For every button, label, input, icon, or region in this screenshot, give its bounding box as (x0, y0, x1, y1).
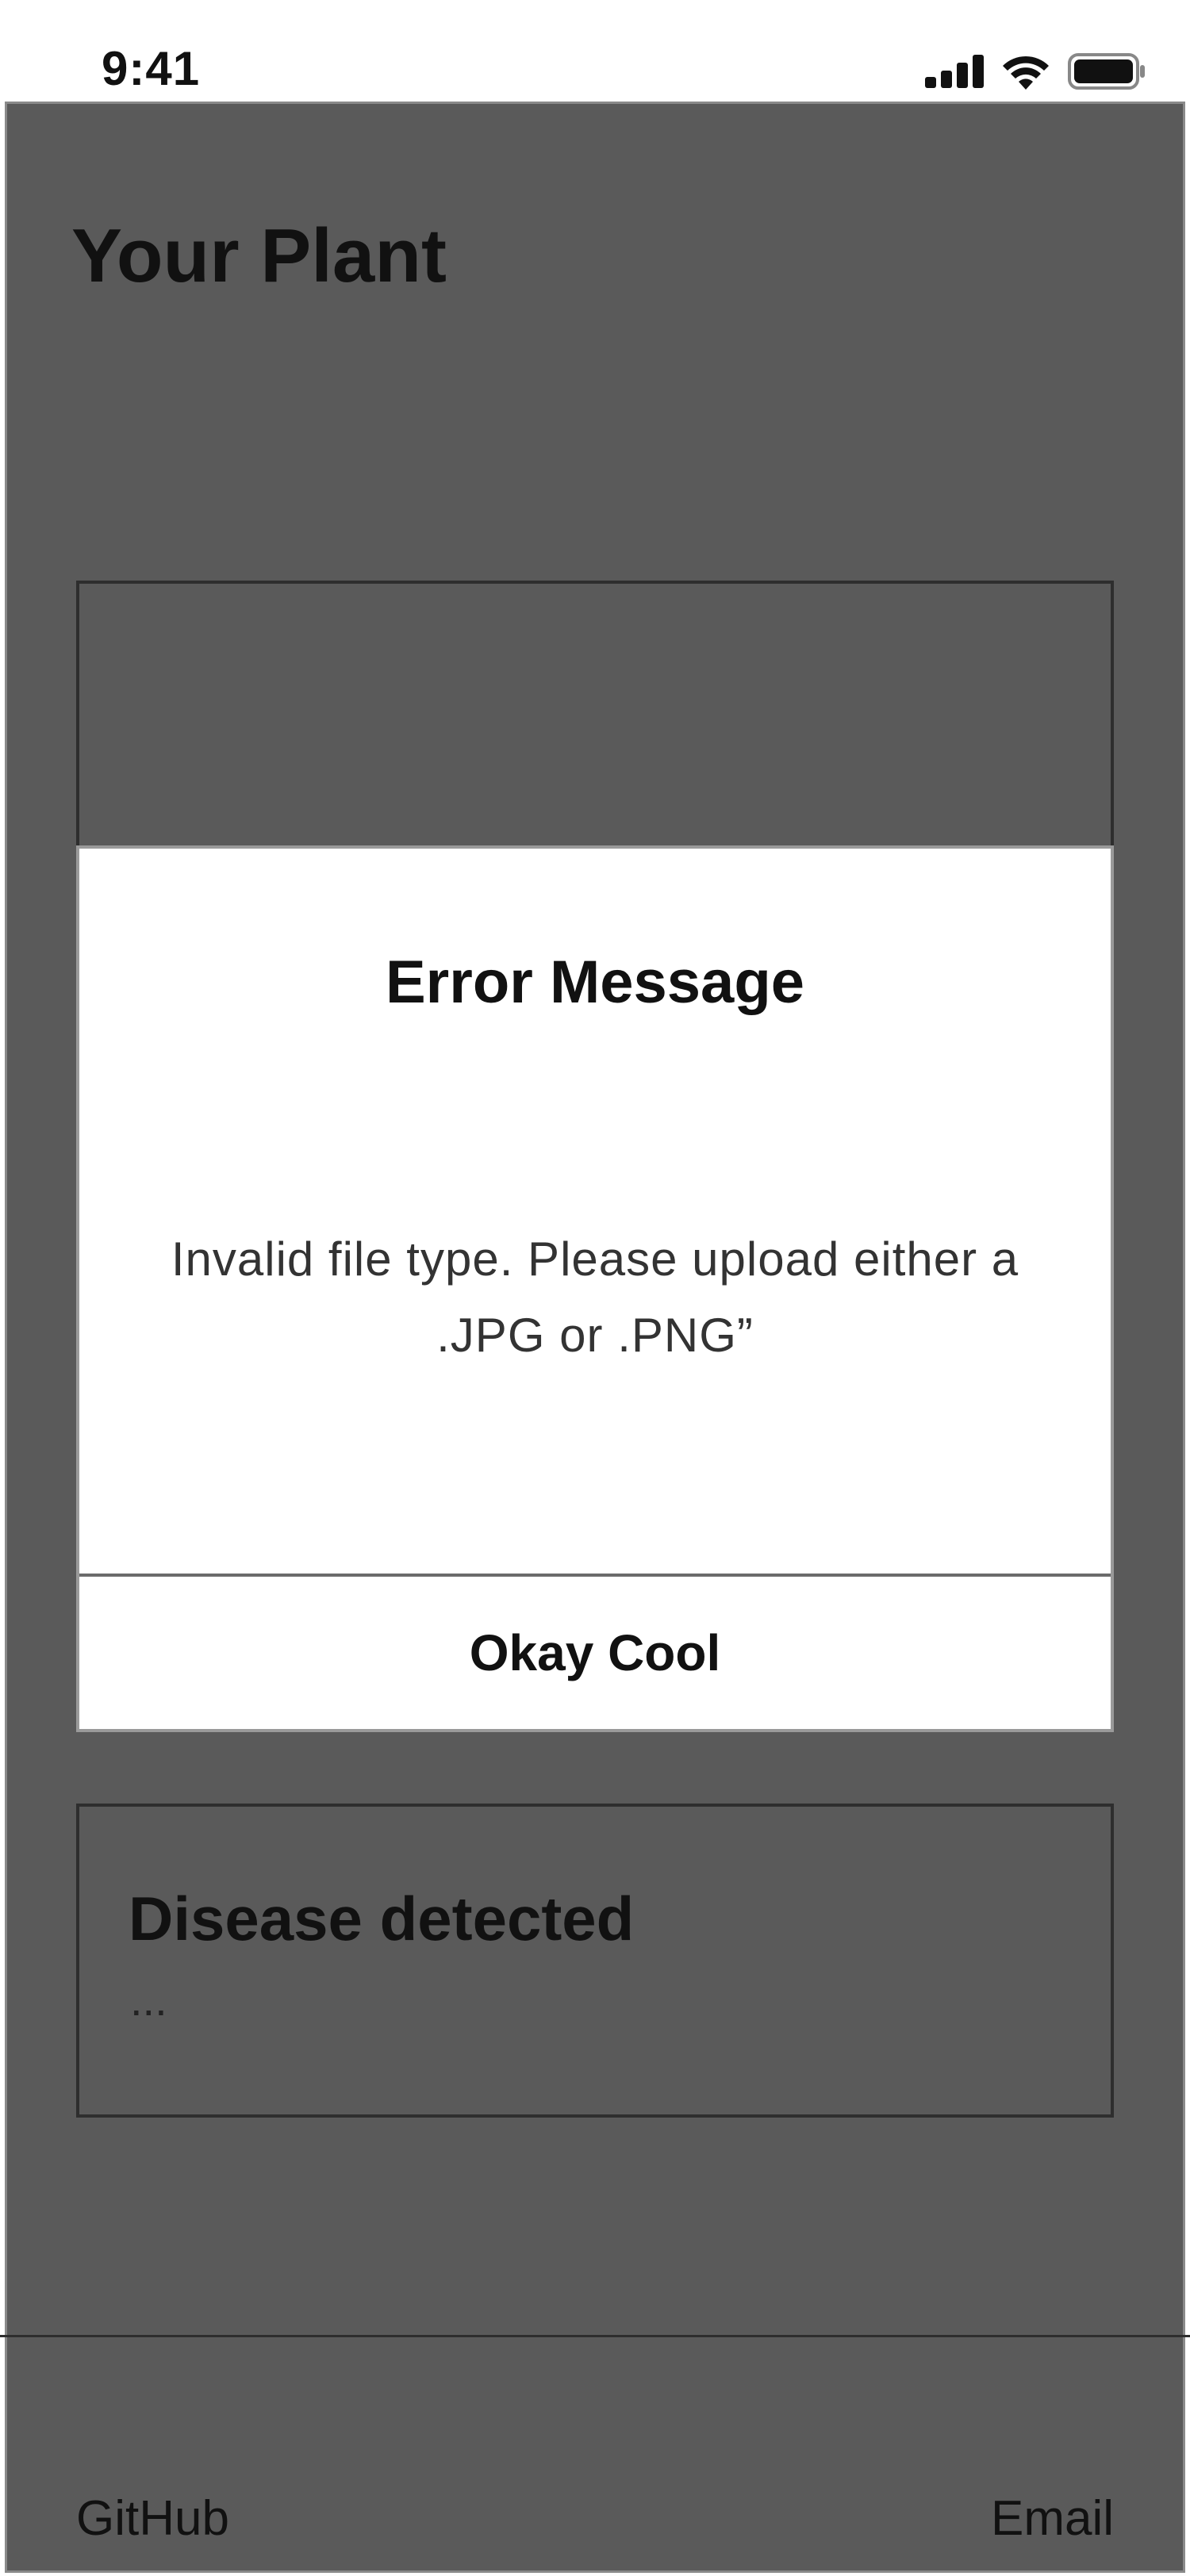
error-dialog: Error Message Invalid file type. Please … (76, 845, 1114, 1732)
okay-cool-button[interactable]: Okay Cool (79, 1577, 1111, 1729)
footer-divider (0, 2335, 1190, 2337)
status-icons (925, 51, 1146, 92)
result-body: ... (130, 1975, 167, 2025)
signal-icon (925, 55, 984, 88)
github-link[interactable]: GitHub (76, 2489, 229, 2549)
disease-result-card: Disease detected ... (76, 1804, 1114, 2118)
email-link[interactable]: Email (991, 2489, 1114, 2549)
status-time: 9:41 (102, 42, 201, 95)
status-bar: 9:41 (0, 0, 1190, 102)
result-title: Disease detected (129, 1884, 635, 1953)
plant-image-panel[interactable] (76, 581, 1114, 847)
dialog-message: Invalid file type. Please upload either … (171, 1232, 1019, 1362)
page-title: Your Plant (71, 213, 447, 298)
dialog-title: Error Message (385, 949, 805, 1016)
wifi-icon (1003, 56, 1049, 90)
battery-icon (1068, 53, 1145, 90)
